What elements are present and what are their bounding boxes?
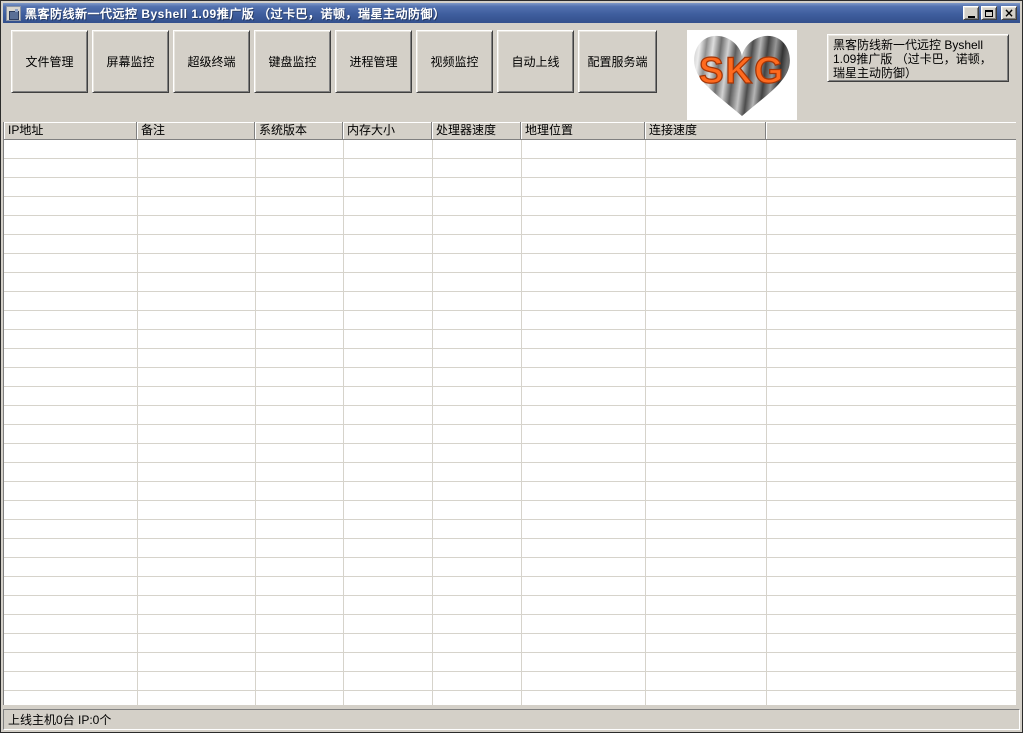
column-header-location[interactable]: 地理位置 — [521, 122, 645, 140]
toolbar: SKG 黑客防线新一代远控 Byshell 1.09推广版 （过卡巴，诺顿，瑞星… — [3, 23, 1020, 122]
column-header-connection-speed[interactable]: 连接速度 — [645, 122, 766, 140]
table-row — [4, 482, 1016, 501]
maximize-button[interactable] — [981, 6, 997, 20]
table-row — [4, 615, 1016, 634]
toolbar-button-keyboard-monitor[interactable]: 键盘监控 — [254, 30, 331, 93]
status-bar: 上线主机0台 IP:0个 — [3, 709, 1020, 730]
table-row — [4, 691, 1016, 705]
table-row — [4, 254, 1016, 273]
table-row — [4, 273, 1016, 292]
grid-vertical-line — [137, 140, 138, 705]
table-row — [4, 406, 1016, 425]
grid-vertical-line — [521, 140, 522, 705]
table-row — [4, 178, 1016, 197]
app-window: 黑客防线新一代远控 Byshell 1.09推广版 （过卡巴，诺顿，瑞星主动防御… — [0, 0, 1023, 733]
table-row — [4, 520, 1016, 539]
grid-vertical-line — [343, 140, 344, 705]
skg-logo: SKG — [687, 30, 797, 120]
status-text: 上线主机0台 IP:0个 — [8, 713, 111, 727]
table-row — [4, 349, 1016, 368]
table-row — [4, 140, 1016, 159]
toolbar-button-configure-server[interactable]: 配置服务端 — [578, 30, 657, 93]
close-icon: × — [1004, 7, 1014, 19]
table-row — [4, 330, 1016, 349]
table-row — [4, 444, 1016, 463]
table-row — [4, 558, 1016, 577]
table-row — [4, 634, 1016, 653]
maximize-icon — [985, 10, 993, 17]
table-row — [4, 653, 1016, 672]
toolbar-button-super-terminal[interactable]: 超级终端 — [173, 30, 250, 93]
table-row — [4, 596, 1016, 615]
table-row — [4, 292, 1016, 311]
minimize-button[interactable] — [963, 6, 979, 20]
column-header-cpu-speed[interactable]: 处理器速度 — [432, 122, 521, 140]
toolbar-button-video-monitor[interactable]: 视频监控 — [416, 30, 493, 93]
table-row — [4, 387, 1016, 406]
table-row — [4, 463, 1016, 482]
host-table: IP地址备注系统版本内存大小处理器速度地理位置连接速度 — [3, 122, 1016, 705]
table-row — [4, 672, 1016, 691]
table-row — [4, 539, 1016, 558]
close-button[interactable]: × — [1001, 6, 1017, 20]
minimize-icon — [968, 16, 975, 18]
window-icon[interactable] — [6, 6, 21, 21]
window-controls: × — [963, 6, 1017, 20]
table-row — [4, 235, 1016, 254]
toolbar-button-auto-online[interactable]: 自动上线 — [497, 30, 574, 93]
grid-vertical-line — [255, 140, 256, 705]
heart-icon: SKG — [690, 32, 794, 118]
table-row — [4, 368, 1016, 387]
column-header-os-version[interactable]: 系统版本 — [255, 122, 343, 140]
column-header-ip-address[interactable]: IP地址 — [4, 122, 137, 140]
table-row — [4, 197, 1016, 216]
window-title: 黑客防线新一代远控 Byshell 1.09推广版 （过卡巴，诺顿，瑞星主动防御… — [25, 5, 963, 22]
table-row — [4, 216, 1016, 235]
table-row — [4, 425, 1016, 444]
grid-vertical-line — [645, 140, 646, 705]
toolbar-button-process-manager[interactable]: 进程管理 — [335, 30, 412, 93]
grid-vertical-line — [432, 140, 433, 705]
titlebar[interactable]: 黑客防线新一代远控 Byshell 1.09推广版 （过卡巴，诺顿，瑞星主动防御… — [3, 3, 1020, 23]
table-row — [4, 311, 1016, 330]
table-row — [4, 577, 1016, 596]
table-row — [4, 159, 1016, 178]
toolbar-button-screen-monitor[interactable]: 屏幕监控 — [92, 30, 169, 93]
grid-vertical-line — [766, 140, 767, 705]
skg-logo-text: SKG — [699, 49, 785, 91]
about-info-button[interactable]: 黑客防线新一代远控 Byshell 1.09推广版 （过卡巴，诺顿，瑞星主动防御… — [827, 34, 1009, 82]
table-row — [4, 501, 1016, 520]
toolbar-button-file-manager[interactable]: 文件管理 — [11, 30, 88, 93]
table-body[interactable] — [4, 140, 1016, 705]
column-header-memory-size[interactable]: 内存大小 — [343, 122, 432, 140]
column-header-remark[interactable]: 备注 — [137, 122, 255, 140]
column-header-filler[interactable] — [766, 122, 1016, 140]
table-header-row: IP地址备注系统版本内存大小处理器速度地理位置连接速度 — [4, 122, 1016, 140]
